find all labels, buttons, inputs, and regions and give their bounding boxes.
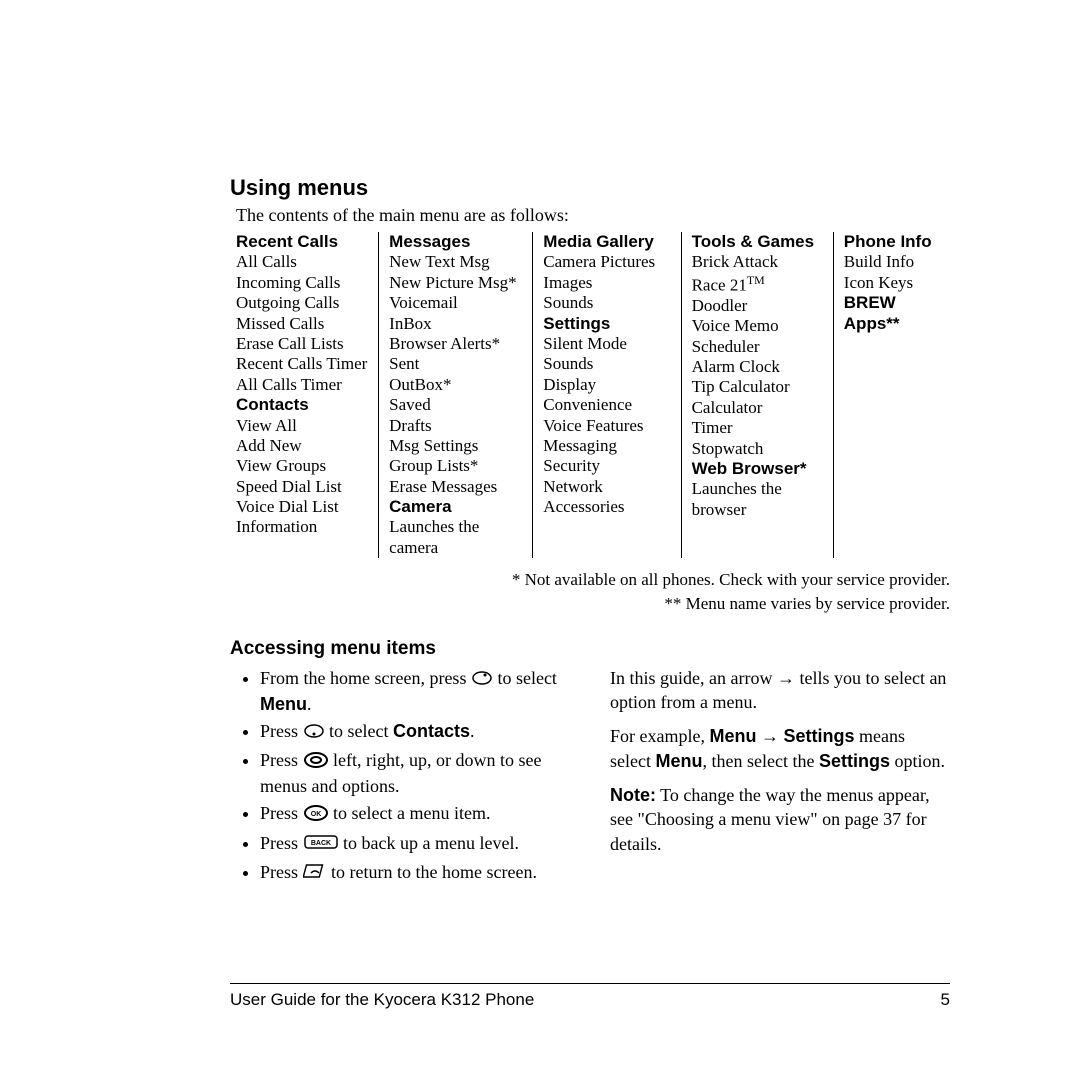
footnote-1: * Not available on all phones. Check wit… bbox=[230, 568, 950, 592]
menu-item: Brick Attack bbox=[692, 252, 823, 272]
menu-item: Browser Alerts* bbox=[389, 334, 522, 354]
menu-item: Scheduler bbox=[692, 337, 823, 357]
right-column: In this guide, an arrow → tells you to s… bbox=[610, 666, 950, 889]
back-key-icon: BACK bbox=[303, 832, 339, 856]
menu-item: InBox bbox=[389, 314, 522, 334]
menu-item: Camera Pictures bbox=[543, 252, 670, 272]
instruction-item: Press left, right, up, or down to see me… bbox=[260, 748, 570, 798]
menu-item: Voice Features bbox=[543, 416, 670, 436]
instruction-item: Press to select Contacts. bbox=[260, 719, 570, 745]
menu-item: Build Info bbox=[844, 252, 940, 272]
menu-item: Silent Mode bbox=[543, 334, 670, 354]
menu-item: Msg Settings bbox=[389, 436, 522, 456]
col-heading: Camera bbox=[389, 497, 522, 517]
end-key-icon bbox=[303, 861, 327, 885]
page-content: Using menus The contents of the main men… bbox=[230, 175, 950, 889]
footer-title: User Guide for the Kyocera K312 Phone bbox=[230, 990, 534, 1010]
menu-item: Messaging bbox=[543, 436, 670, 456]
instruction-item: Press to return to the home screen. bbox=[260, 860, 570, 886]
menu-item: New Picture Msg* bbox=[389, 273, 522, 293]
intro-text: The contents of the main menu are as fol… bbox=[236, 205, 950, 226]
menu-item: Voice Dial List bbox=[236, 497, 368, 517]
menu-item: Tip Calculator bbox=[692, 377, 823, 397]
nav-ring-icon bbox=[303, 750, 329, 774]
menu-item: Alarm Clock bbox=[692, 357, 823, 377]
guide-note: Note: To change the way the menus appear… bbox=[610, 783, 950, 856]
menu-item: Sounds bbox=[543, 293, 670, 313]
menu-item: Recent Calls Timer bbox=[236, 354, 368, 374]
page-footer: User Guide for the Kyocera K312 Phone 5 bbox=[230, 983, 950, 1010]
menu-item: Saved bbox=[389, 395, 522, 415]
down-dot-icon bbox=[303, 721, 325, 745]
menu-item: Information bbox=[236, 517, 368, 537]
menu-columns: Recent Calls All Calls Incoming Calls Ou… bbox=[230, 232, 950, 558]
column-recent-calls: Recent Calls All Calls Incoming Calls Ou… bbox=[230, 232, 378, 558]
menu-item: Speed Dial List bbox=[236, 477, 368, 497]
menu-item: Voicemail bbox=[389, 293, 522, 313]
svg-text:OK: OK bbox=[310, 811, 321, 818]
col-heading: Phone Info bbox=[844, 232, 940, 252]
svg-text:BACK: BACK bbox=[310, 840, 330, 847]
col-heading: Media Gallery bbox=[543, 232, 670, 252]
col-heading: Contacts bbox=[236, 395, 368, 415]
col-heading: Recent Calls bbox=[236, 232, 368, 252]
menu-item: Outgoing Calls bbox=[236, 293, 368, 313]
menu-item: Incoming Calls bbox=[236, 273, 368, 293]
column-phone-info: Phone Info Build Info Icon Keys BREW App… bbox=[833, 232, 950, 558]
guide-paragraph: In this guide, an arrow → tells you to s… bbox=[610, 666, 950, 715]
menu-item: Missed Calls bbox=[236, 314, 368, 334]
menu-item: All Calls Timer bbox=[236, 375, 368, 395]
footnotes: * Not available on all phones. Check wit… bbox=[230, 568, 950, 616]
menu-item: Images bbox=[543, 273, 670, 293]
col-heading: Web Browser* bbox=[692, 459, 823, 479]
menu-item: Erase Messages bbox=[389, 477, 522, 497]
menu-item: Calculator bbox=[692, 398, 823, 418]
menu-item: Sent bbox=[389, 354, 522, 374]
menu-item: View Groups bbox=[236, 456, 368, 476]
subheading: Accessing menu items bbox=[230, 638, 950, 660]
menu-item: Sounds bbox=[543, 354, 670, 374]
menu-item: Security bbox=[543, 456, 670, 476]
instruction-list: From the home screen, press to select Me… bbox=[230, 666, 570, 886]
menu-item: Add New bbox=[236, 436, 368, 456]
menu-item: OutBox* bbox=[389, 375, 522, 395]
menu-item: View All bbox=[236, 416, 368, 436]
menu-item: Network bbox=[543, 477, 670, 497]
menu-item: Race 21TM bbox=[692, 273, 823, 296]
menu-item: Timer bbox=[692, 418, 823, 438]
menu-item: Voice Memo bbox=[692, 316, 823, 336]
column-tools-games: Tools & Games Brick Attack Race 21TM Doo… bbox=[681, 232, 833, 558]
menu-item: Accessories bbox=[543, 497, 670, 517]
menu-item: Stopwatch bbox=[692, 439, 823, 459]
col-heading: Messages bbox=[389, 232, 522, 252]
menu-item: Erase Call Lists bbox=[236, 334, 368, 354]
guide-paragraph: For example, Menu → Settings means selec… bbox=[610, 724, 950, 773]
left-column: From the home screen, press to select Me… bbox=[230, 666, 570, 889]
section-heading: Using menus bbox=[230, 175, 950, 201]
col-heading: Tools & Games bbox=[692, 232, 823, 252]
menu-item: New Text Msg bbox=[389, 252, 522, 272]
menu-item: Convenience bbox=[543, 395, 670, 415]
ok-dot-icon bbox=[471, 668, 493, 692]
instruction-item: From the home screen, press to select Me… bbox=[260, 666, 570, 716]
menu-item: Doodler bbox=[692, 296, 823, 316]
menu-item: Launches the camera bbox=[389, 517, 522, 558]
instruction-item: Press BACK to back up a menu level. bbox=[260, 831, 570, 857]
menu-item: Icon Keys bbox=[844, 273, 940, 293]
menu-item: Group Lists* bbox=[389, 456, 522, 476]
menu-item: Display bbox=[543, 375, 670, 395]
instruction-item: Press OK to select a menu item. bbox=[260, 801, 570, 827]
menu-item: All Calls bbox=[236, 252, 368, 272]
menu-item: Drafts bbox=[389, 416, 522, 436]
ok-key-icon: OK bbox=[303, 803, 329, 827]
menu-item: Launches the browser bbox=[692, 479, 823, 520]
page-number: 5 bbox=[941, 990, 950, 1010]
footnote-2: ** Menu name varies by service provider. bbox=[230, 592, 950, 616]
column-media-gallery: Media Gallery Camera Pictures Images Sou… bbox=[532, 232, 680, 558]
column-messages: Messages New Text Msg New Picture Msg* V… bbox=[378, 232, 532, 558]
two-column-body: From the home screen, press to select Me… bbox=[230, 666, 950, 889]
col-heading: Settings bbox=[543, 314, 670, 334]
col-heading: BREW Apps** bbox=[844, 293, 940, 334]
